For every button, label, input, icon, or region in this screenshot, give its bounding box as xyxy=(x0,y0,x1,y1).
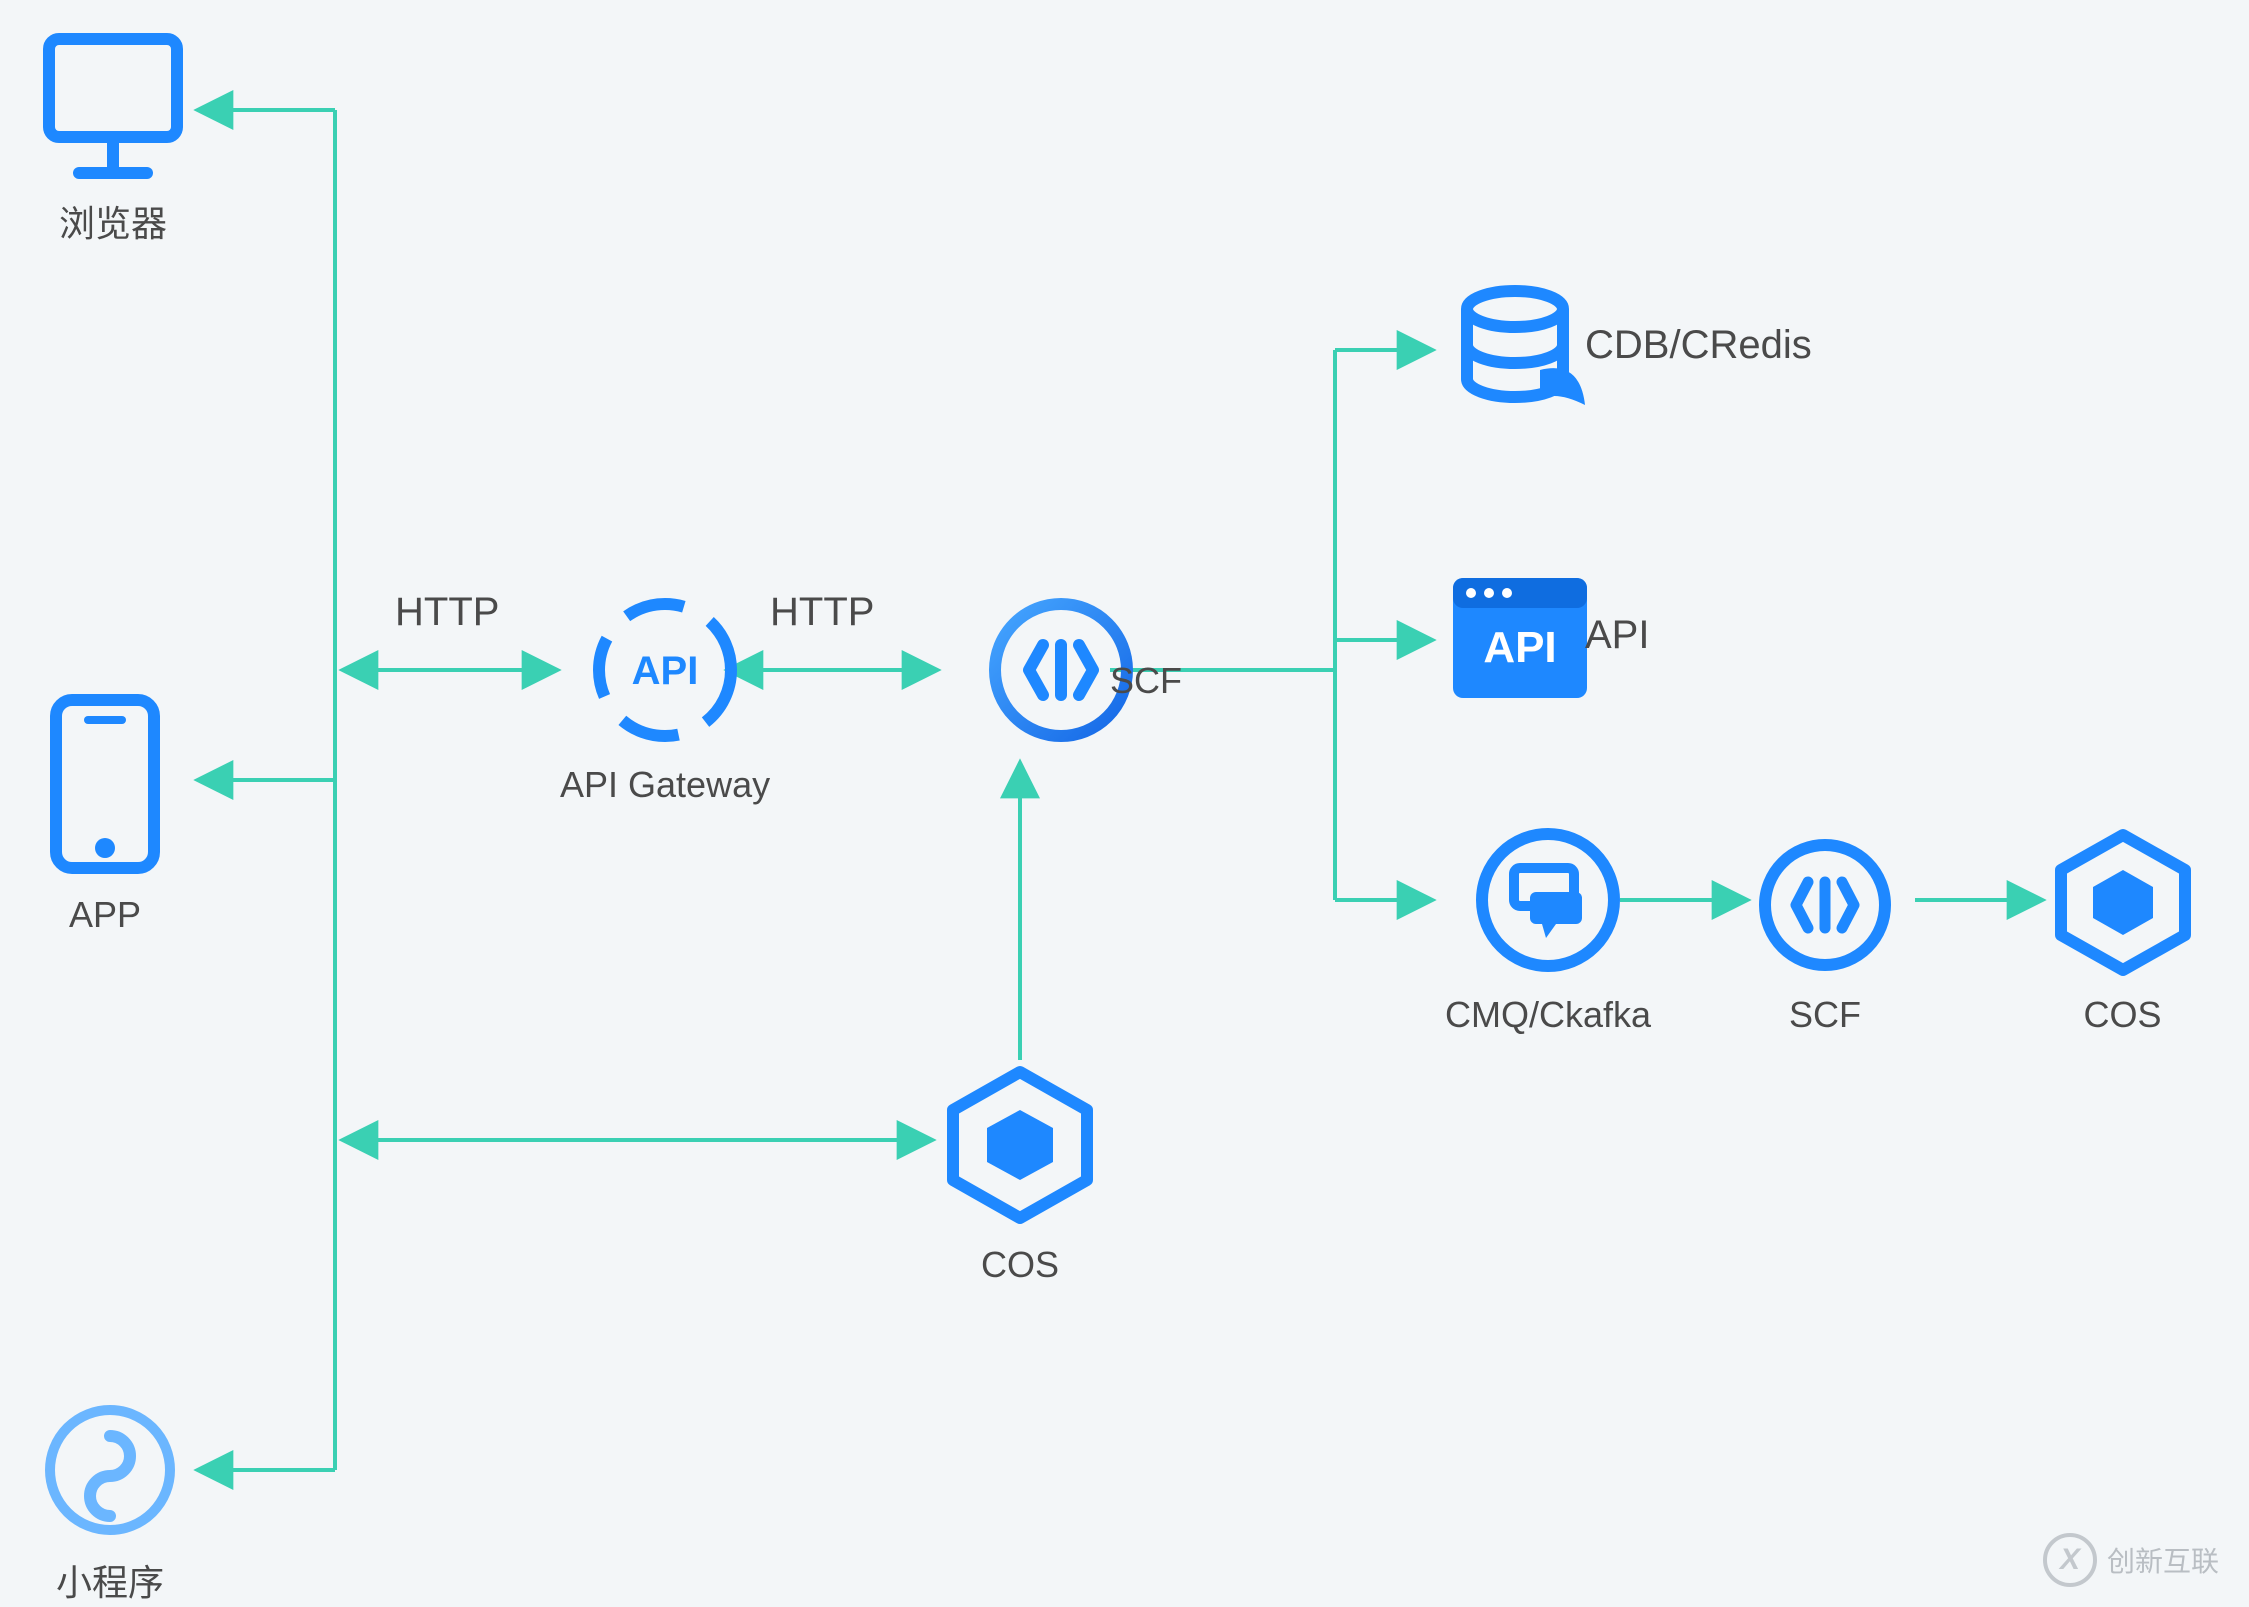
watermark-logo-icon: X xyxy=(2043,1533,2097,1587)
database-icon xyxy=(1445,275,1595,425)
watermark-text: 创新互联 xyxy=(2107,1540,2219,1580)
node-browser-label: 浏览器 xyxy=(59,195,167,247)
cos-icon xyxy=(2045,825,2200,980)
svg-text:API: API xyxy=(632,649,699,693)
node-miniprogram: 小程序 xyxy=(40,1400,180,1606)
node-api-gateway-label: API Gateway xyxy=(560,764,770,806)
node-scf2: SCF xyxy=(1750,830,1900,1036)
cos-icon xyxy=(935,1060,1105,1230)
node-cos2-label: COS xyxy=(2083,994,2161,1036)
node-scf2-label: SCF xyxy=(1789,994,1861,1036)
node-cos-main-label: COS xyxy=(981,1244,1059,1286)
node-cos2: COS xyxy=(2045,825,2200,1036)
api-window-icon: API xyxy=(1445,570,1595,710)
node-browser: 浏览器 xyxy=(35,25,191,247)
node-scf-main-label: SCF xyxy=(1110,660,1182,702)
node-app-label: APP xyxy=(69,894,141,936)
miniprogram-icon xyxy=(40,1400,180,1540)
node-miniprogram-label: 小程序 xyxy=(56,1554,164,1606)
scf-icon xyxy=(1750,830,1900,980)
node-app: APP xyxy=(40,690,170,936)
node-cdb-credis: CDB/CRedis xyxy=(1445,275,1595,425)
node-scf-main: SCF xyxy=(940,590,1182,702)
api-gateway-icon: API xyxy=(585,590,745,750)
phone-icon xyxy=(40,690,170,880)
diagram-arrows xyxy=(0,0,2249,1607)
node-api-gateway: API API Gateway xyxy=(560,590,770,806)
node-cmq-ckafka: CMQ/Ckafka xyxy=(1445,820,1651,1036)
monitor-icon xyxy=(35,25,191,181)
watermark: X 创新互联 xyxy=(2043,1533,2219,1587)
message-queue-icon xyxy=(1468,820,1628,980)
svg-text:API: API xyxy=(1483,623,1556,672)
node-cmq-ckafka-label: CMQ/Ckafka xyxy=(1445,994,1651,1036)
edge-label-http2: HTTP xyxy=(770,590,874,635)
node-cdb-credis-label: CDB/CRedis xyxy=(1585,323,1812,368)
node-cos-main: COS xyxy=(935,1060,1105,1286)
node-api-box-label: API xyxy=(1585,613,1649,658)
node-api-box: API API xyxy=(1445,570,1595,710)
edge-label-http1: HTTP xyxy=(395,590,499,635)
